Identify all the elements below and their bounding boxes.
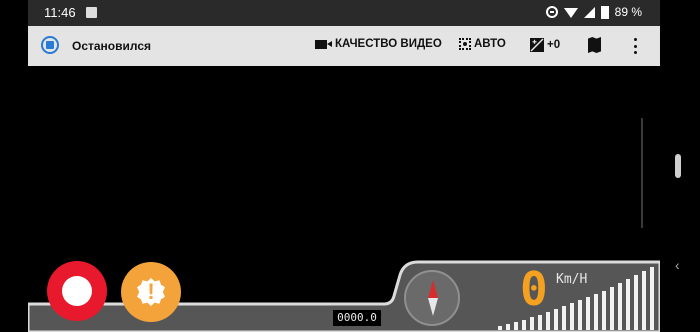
incident-alert-button[interactable]: ! [121, 262, 181, 322]
compass-needle-north [428, 280, 438, 298]
speed-value: 0 [520, 262, 548, 316]
side-panel-handle[interactable] [675, 154, 681, 178]
odometer-readout: 0000.0 [333, 310, 381, 326]
compass-icon [404, 270, 460, 326]
record-button[interactable] [47, 261, 107, 321]
speed-unit: Km/H [556, 272, 588, 287]
compass-needle-south [428, 298, 438, 316]
alert-exclamation: ! [147, 279, 155, 304]
chevron-left-icon[interactable]: ‹ [675, 257, 680, 273]
